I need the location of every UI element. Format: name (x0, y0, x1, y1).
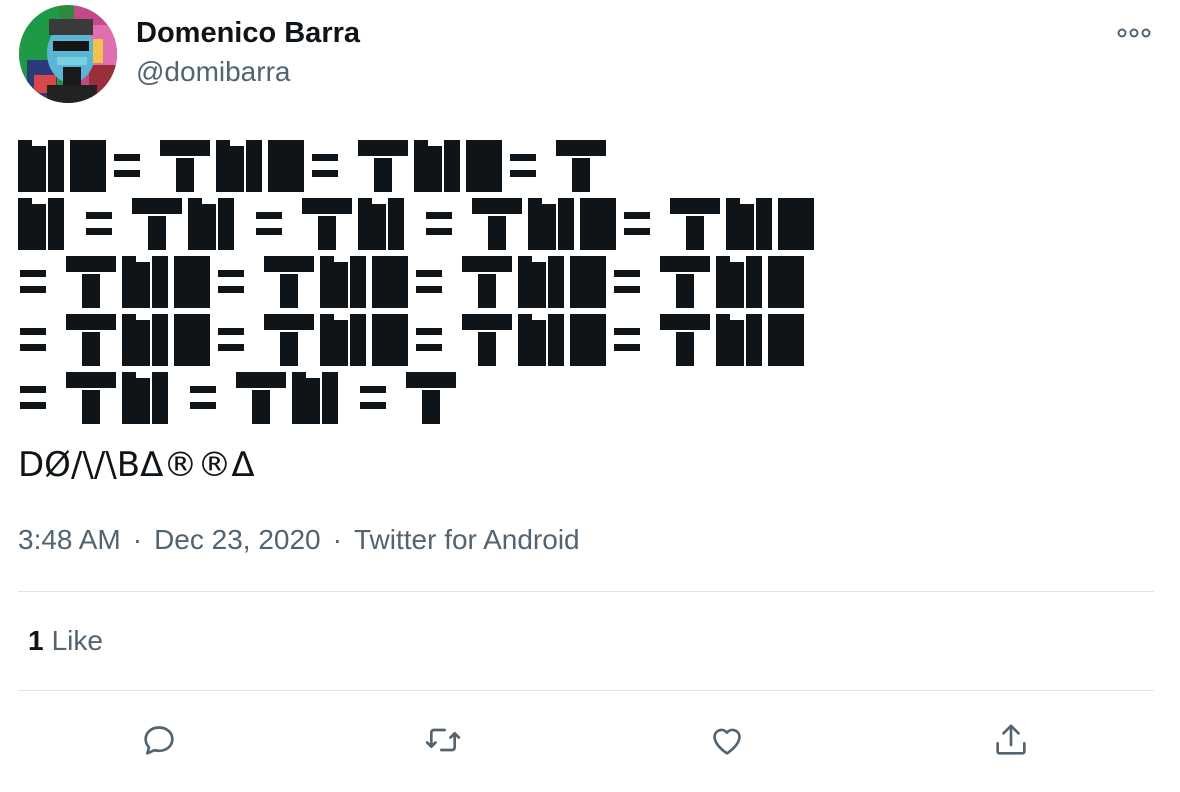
tweet-signature: DØ/\/\BΔ®®Δ (18, 445, 255, 485)
more-options-button[interactable] (1112, 16, 1156, 50)
more-icon (1117, 28, 1151, 38)
heart-icon (713, 728, 741, 755)
retweet-icon (425, 728, 461, 752)
share-button[interactable] (987, 716, 1035, 764)
share-icon (996, 724, 1026, 755)
avatar[interactable] (19, 5, 117, 103)
likes-stat[interactable]: 1 Like (28, 624, 103, 658)
tweet-date[interactable]: Dec 23, 2020 (154, 524, 321, 555)
reply-icon (144, 726, 174, 755)
reply-button[interactable] (135, 716, 183, 764)
divider (18, 690, 1154, 691)
author-handle[interactable]: @domibarra (136, 56, 290, 88)
separator-dot: · (332, 524, 342, 555)
divider (18, 591, 1154, 592)
separator-dot: · (132, 524, 143, 555)
glyph-line: = TN▮= TN▮= TN▮= TN▮ (20, 314, 804, 366)
glyph-line: N▮= TN▮= TN▮= T (18, 140, 606, 192)
likes-label: Like (51, 625, 103, 656)
tweet-source[interactable]: Twitter for Android (354, 524, 580, 555)
glyph-line: N = TN = TN = TN▮= TN▮ (18, 198, 814, 250)
likes-count: 1 (28, 625, 44, 656)
glyph-line: = TN = TN = T (20, 372, 456, 424)
like-button[interactable] (703, 716, 751, 764)
author-name[interactable]: Domenico Barra (136, 16, 360, 50)
tweet-meta: 3:48 AM · Dec 23, 2020 · Twitter for Android (18, 522, 580, 558)
glyph-line: = TN▮= TN▮= TN▮= TN▮ (20, 256, 804, 308)
retweet-button[interactable] (419, 716, 467, 764)
tweet-text: N▮= TN▮= TN▮= T N = TN = TN = TN▮= TN▮ = T… (18, 138, 958, 434)
tweet-time[interactable]: 3:48 AM (18, 524, 121, 555)
